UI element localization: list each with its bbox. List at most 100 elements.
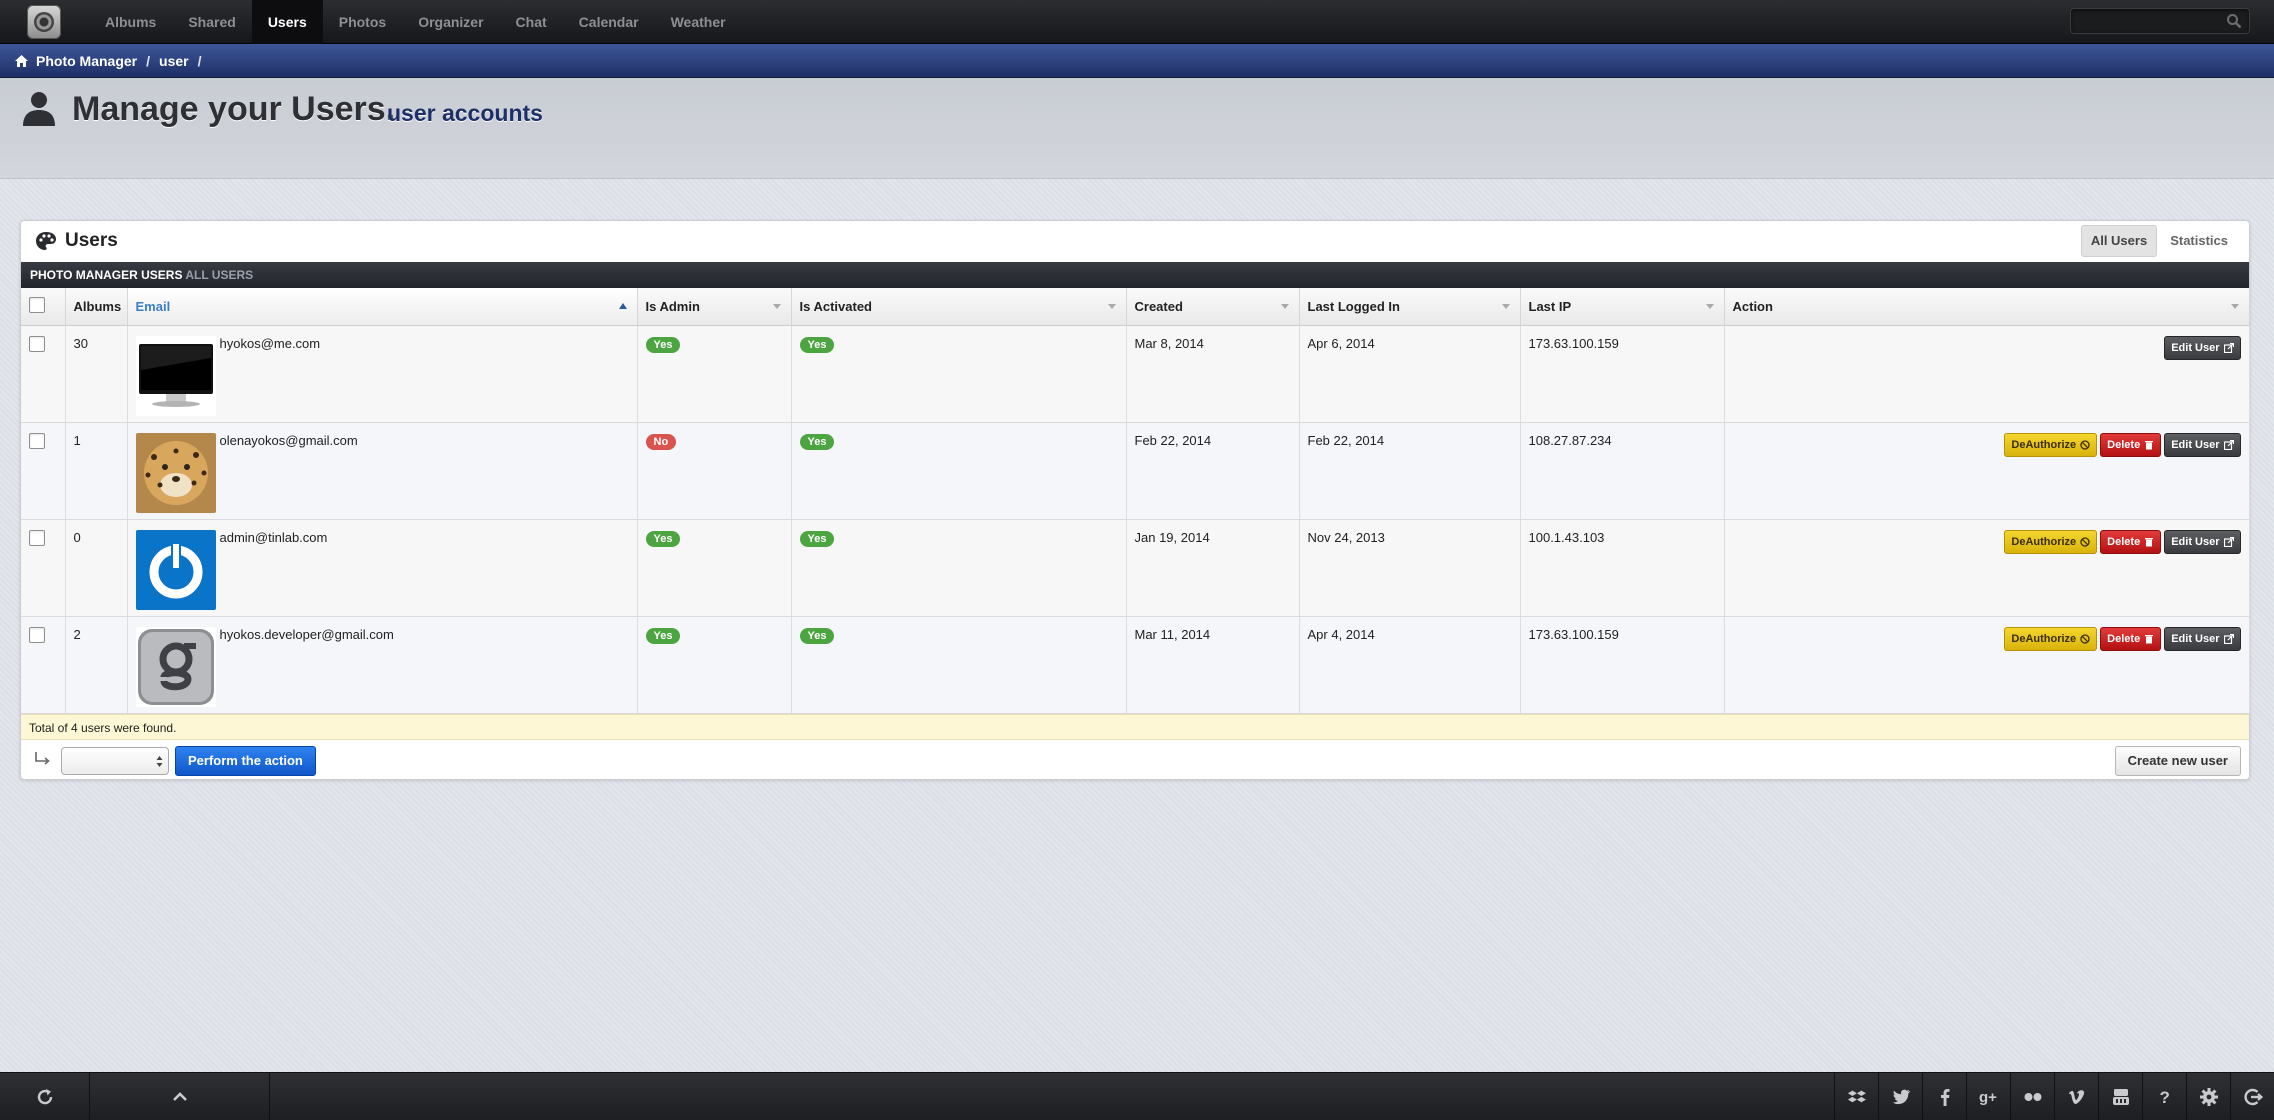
table-row[interactable]: 1 olenayokos@gmail.com No Yes Feb 22, 20… — [21, 422, 2250, 520]
nav-item-calendar[interactable]: Calendar — [563, 0, 655, 44]
avatar — [135, 432, 216, 513]
deauthorize-button[interactable]: DeAuthorize — [2004, 626, 2098, 651]
column-header-albums[interactable]: Albums — [65, 288, 128, 326]
is-admin-cell: Yes — [637, 616, 792, 714]
is-activated-cell: Yes — [791, 519, 1127, 617]
last-ip-cell: 173.63.100.159 — [1520, 616, 1725, 714]
row-checkbox[interactable] — [29, 432, 45, 449]
action-cell: DeAuthorize Delete Edit User — [1724, 519, 2250, 617]
row-select-cell — [21, 519, 66, 617]
bottom-toolbar-right: g+ ? — [1834, 1073, 2274, 1120]
row-actions: DeAuthorize Delete Edit User — [1733, 432, 2241, 457]
column-header-action[interactable]: Action — [1724, 288, 2250, 326]
avatar — [135, 335, 216, 416]
column-header-is-activated[interactable]: Is Activated — [791, 288, 1127, 326]
dropbox-button[interactable] — [1834, 1073, 1878, 1120]
flickr-button[interactable] — [2010, 1073, 2054, 1120]
breadcrumb: Photo Manager / user / — [0, 44, 2274, 78]
email-cell: hyokos@me.com — [127, 325, 638, 423]
last-ip-cell: 108.27.87.234 — [1520, 422, 1725, 520]
nav-item-photos[interactable]: Photos — [323, 0, 402, 44]
twitter-button[interactable] — [1878, 1073, 1922, 1120]
action-cell: DeAuthorize Delete Edit User — [1724, 422, 2250, 520]
nav-item-chat[interactable]: Chat — [500, 0, 563, 44]
row-checkbox[interactable] — [29, 626, 45, 643]
youtube-button[interactable] — [2098, 1073, 2142, 1120]
tab-all-users[interactable]: All Users — [2080, 225, 2158, 257]
deauthorize-button[interactable]: DeAuthorize — [2004, 432, 2098, 457]
edit-user-button[interactable]: Edit User — [2164, 529, 2241, 554]
row-select-cell — [21, 422, 66, 520]
refresh-button[interactable] — [0, 1073, 90, 1120]
status-badge: No — [645, 433, 677, 450]
email-text[interactable]: olenayokos@gmail.com — [220, 433, 358, 448]
palette-icon — [36, 232, 56, 250]
table-row[interactable]: 0 admin@tinlab.com Yes Yes Jan 19, 2014 — [21, 519, 2250, 617]
bulk-action-row: Perform the action Create new user — [21, 741, 2249, 779]
row-actions: DeAuthorize Delete Edit User — [1733, 529, 2241, 554]
refresh-icon — [37, 1089, 52, 1105]
column-header-last-ip[interactable]: Last IP — [1520, 288, 1725, 326]
column-header-email-label: Email — [135, 298, 171, 314]
logout-button[interactable] — [2230, 1073, 2274, 1120]
is-activated-cell: Yes — [791, 616, 1127, 714]
delete-label: Delete — [2107, 632, 2141, 645]
breadcrumb-home-link[interactable]: Photo Manager — [36, 53, 137, 69]
column-header-last-logged-in[interactable]: Last Logged In — [1299, 288, 1521, 326]
perform-action-button[interactable]: Perform the action — [175, 746, 316, 776]
app-logo-icon[interactable] — [27, 4, 61, 39]
nav-item-weather[interactable]: Weather — [655, 0, 742, 44]
delete-label: Delete — [2107, 438, 2141, 451]
facebook-button[interactable] — [1922, 1073, 1966, 1120]
delete-button[interactable]: Delete — [2100, 529, 2162, 554]
select-all-checkbox[interactable] — [29, 296, 45, 313]
delete-button[interactable]: Delete — [2100, 432, 2162, 457]
status-badge: Yes — [799, 433, 835, 450]
nav-item-users[interactable]: Users — [251, 0, 323, 44]
edit-user-button[interactable]: Edit User — [2164, 626, 2241, 651]
last-ip-cell: 100.1.43.103 — [1520, 519, 1725, 617]
email-cell: admin@tinlab.com — [127, 519, 638, 617]
column-header-action-label: Action — [1732, 298, 1773, 314]
help-button[interactable]: ? — [2142, 1073, 2186, 1120]
row-checkbox[interactable] — [29, 529, 45, 546]
tab-statistics[interactable]: Statistics — [2161, 225, 2237, 257]
chevron-up-icon — [172, 1092, 187, 1101]
help-icon: ? — [2159, 1088, 2169, 1107]
nav-item-organizer[interactable]: Organizer — [402, 0, 499, 44]
row-checkbox[interactable] — [29, 335, 45, 352]
deauthorize-button[interactable]: DeAuthorize — [2004, 529, 2098, 554]
table-row[interactable]: 2 hyokos.developer@gmail.com Yes Yes Mar… — [21, 616, 2250, 714]
create-new-user-button[interactable]: Create new user — [2114, 746, 2241, 776]
bulk-action-select[interactable] — [61, 747, 169, 775]
home-icon[interactable] — [14, 54, 29, 68]
scroll-up-button[interactable] — [90, 1073, 270, 1120]
email-text[interactable]: hyokos.developer@gmail.com — [220, 627, 394, 642]
external-link-icon — [2223, 633, 2234, 644]
settings-button[interactable] — [2186, 1073, 2230, 1120]
vimeo-button[interactable] — [2054, 1073, 2098, 1120]
google-plus-button[interactable]: g+ — [1966, 1073, 2010, 1120]
search-icon[interactable] — [2226, 13, 2242, 29]
nav-item-albums[interactable]: Albums — [89, 0, 172, 44]
table-row[interactable]: 30 hyokos@me.com Yes Yes Mar 8, 2014 Apr… — [21, 325, 2250, 423]
edit-user-button[interactable]: Edit User — [2164, 432, 2241, 457]
column-header-created[interactable]: Created — [1126, 288, 1300, 326]
email-text[interactable]: admin@tinlab.com — [220, 530, 328, 545]
status-badge: Yes — [645, 336, 681, 353]
nav-item-shared[interactable]: Shared — [172, 0, 251, 44]
column-header-email[interactable]: Email — [127, 288, 638, 326]
ban-icon — [2080, 633, 2090, 644]
email-text[interactable]: hyokos@me.com — [220, 336, 321, 351]
search-input[interactable] — [2070, 8, 2250, 34]
users-table: Albums Email Is Admin Is Activated Creat… — [21, 288, 2250, 714]
panel-header: Users All Users Statistics — [21, 221, 2249, 263]
delete-button[interactable]: Delete — [2100, 626, 2162, 651]
edit-user-label: Edit User — [2171, 535, 2220, 548]
delete-label: Delete — [2107, 535, 2141, 548]
sort-caret-icon — [1501, 304, 1510, 309]
breadcrumb-current-link[interactable]: user — [159, 53, 189, 69]
column-header-is-admin[interactable]: Is Admin — [637, 288, 792, 326]
panel-title: Users — [65, 230, 118, 251]
edit-user-button[interactable]: Edit User — [2164, 335, 2241, 360]
